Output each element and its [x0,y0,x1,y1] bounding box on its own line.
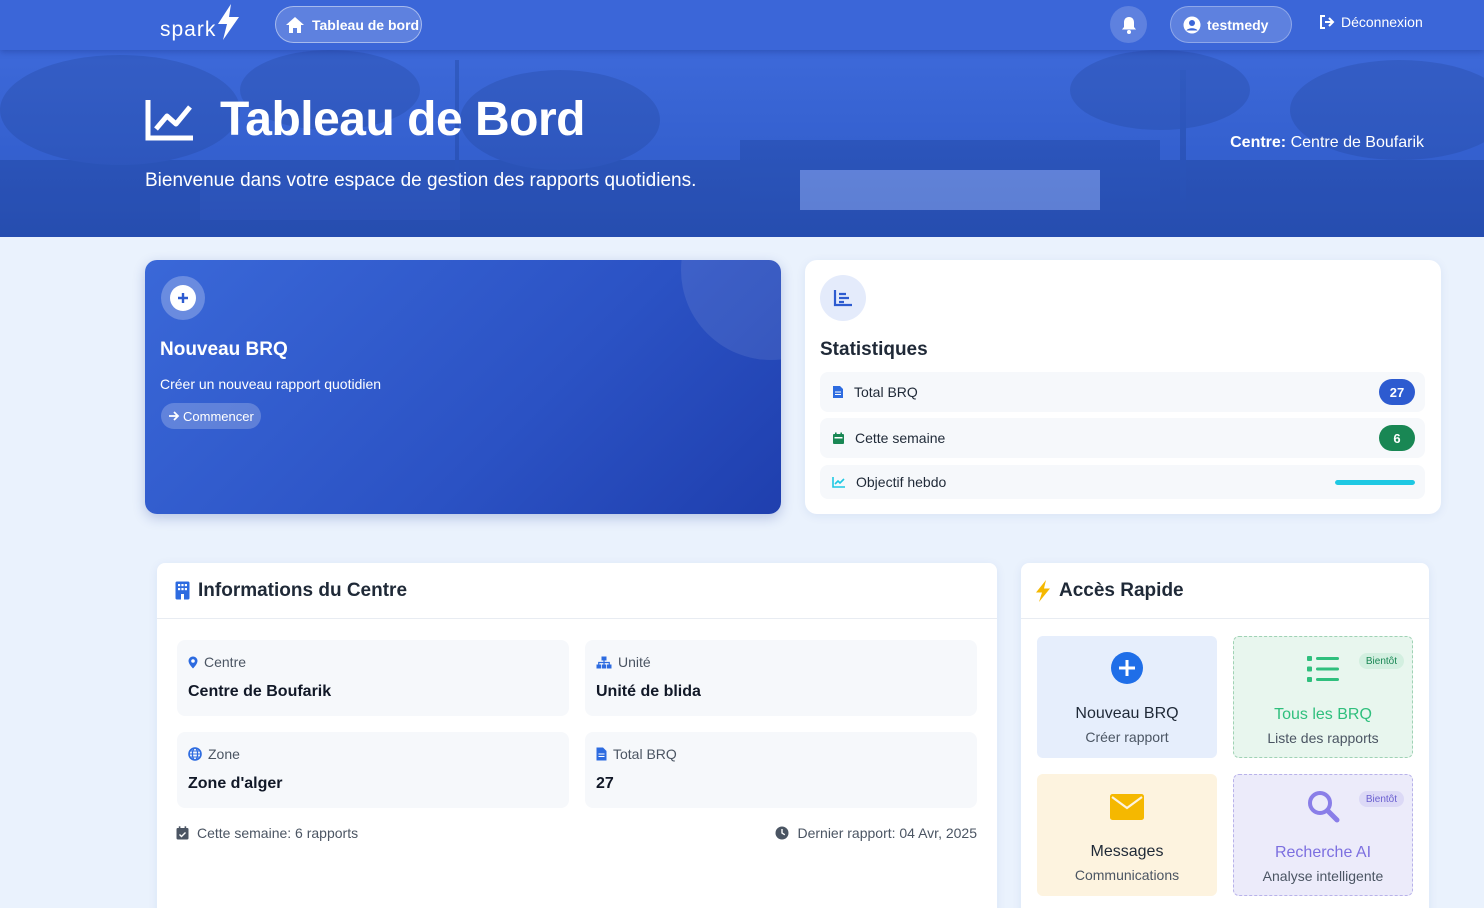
info-value: 27 [596,775,614,792]
info-field-unite: Unité Unité de blida [585,640,977,716]
new-brq-description: Créer un nouveau rapport quotidien [160,376,382,392]
user-menu[interactable]: testmedy [1170,6,1292,43]
hero-centre-info: Centre: Centre de Boufarik [1230,134,1424,152]
tile-subtitle: Liste des rapports [1267,730,1379,746]
list-icon [1307,656,1339,682]
stat-badge: 6 [1379,425,1415,451]
tile-subtitle: Analyse intelligente [1262,868,1384,884]
info-value: Zone d'alger [188,775,283,792]
logout-icon [1320,15,1335,29]
tile-title: Messages [1090,843,1164,860]
centre-info-header: Informations du Centre [157,563,997,619]
stat-label: Objectif hebdo [856,474,947,490]
centre-label: Centre: [1230,134,1287,151]
logo-text: spark [160,18,217,41]
user-circle-icon [1183,16,1201,33]
centre-info-card: Informations du Centre Centre Centre de … [157,563,997,908]
decorative-circle [681,260,781,360]
quick-tile-ai-search[interactable]: Bientôt Recherche AI Analyse intelligent… [1233,774,1413,896]
info-label: Total BRQ [613,746,677,762]
quick-tile-messages[interactable]: Messages Communications [1037,774,1217,896]
last-report-text: Dernier rapport: 04 Avr, 2025 [797,825,977,841]
tile-subtitle: Créer rapport [1085,729,1169,745]
centre-value: Centre de Boufarik [1290,134,1424,151]
envelope-icon [1110,794,1144,820]
file-icon [596,747,607,761]
quick-tile-all-brq[interactable]: Bientôt Tous les BRQ Liste des rapports [1233,636,1413,758]
plus-icon [161,276,205,320]
new-brq-title: Nouveau BRQ [160,339,288,360]
bolt-icon [218,4,239,40]
page-title: Tableau de Bord [145,92,586,147]
info-field-total: Total BRQ 27 [585,732,977,808]
last-report: Dernier rapport: 04 Avr, 2025 [775,825,977,841]
tile-title: Nouveau BRQ [1075,705,1179,722]
centre-info-title: Informations du Centre [198,579,408,601]
logout-label: Déconnexion [1341,14,1423,30]
page-subtitle: Bienvenue dans votre espace de gestion d… [145,170,697,191]
bell-icon [1121,16,1136,34]
info-label: Unité [618,654,651,670]
week-summary: Cette semaine: 6 rapports [176,825,358,841]
quick-access-header: Accès Rapide [1021,563,1429,619]
calendar-check-icon [176,826,189,840]
quick-access-title: Accès Rapide [1059,579,1184,601]
start-button-label: Commencer [183,408,254,424]
stat-row-week: Cette semaine 6 [820,418,1425,458]
chart-line-icon [145,99,193,140]
plus-circle-icon [1111,652,1143,684]
stat-row-total: Total BRQ 27 [820,372,1425,412]
tile-title: Recherche AI [1274,844,1372,861]
building-icon [175,581,190,600]
start-button[interactable]: Commencer [161,403,261,429]
quick-tile-new-brq[interactable]: Nouveau BRQ Créer rapport [1037,636,1217,758]
calendar-icon [833,432,844,444]
stat-row-goal: Objectif hebdo [820,465,1425,499]
stat-badge: 27 [1379,379,1415,405]
map-pin-icon [188,656,198,668]
spark-logo[interactable]: spark [160,4,242,44]
quick-access-card: Accès Rapide Nouveau BRQ Créer rapport B… [1021,563,1429,908]
bolt-icon [1036,579,1050,602]
info-label: Zone [208,746,240,762]
info-value: Unité de blida [596,683,701,700]
notifications-button[interactable] [1110,6,1147,43]
tile-title: Tous les BRQ [1274,706,1372,723]
info-label: Centre [204,654,247,670]
globe-icon [188,747,202,761]
week-summary-text: Cette semaine: 6 rapports [197,825,359,841]
stat-label: Total BRQ [854,384,918,400]
stats-title: Statistiques [820,339,928,360]
info-field-zone: Zone Zone d'alger [177,732,569,808]
logout-link[interactable]: Déconnexion [1319,14,1423,30]
progress-fill [1335,480,1415,485]
info-value: Centre de Boufarik [188,683,332,700]
home-icon [286,16,304,33]
new-brq-card[interactable]: Nouveau BRQ Créer un nouveau rapport quo… [145,260,781,514]
nav-home-label: Tableau de bord [312,16,420,33]
chart-line-icon [832,477,845,488]
arrow-right-icon [169,411,180,421]
file-icon [833,386,843,398]
clock-icon [775,826,789,840]
hero-banner: Tableau de Bord Bienvenue dans votre esp… [0,50,1484,237]
weekly-goal-progress [1335,480,1415,485]
stats-card: Statistiques Total BRQ 27 Cette semaine … [805,260,1441,514]
search-icon [1308,791,1340,823]
sitemap-icon [596,656,612,668]
info-field-centre: Centre Centre de Boufarik [177,640,569,716]
username: testmedy [1207,16,1269,33]
tile-subtitle: Communications [1074,867,1180,883]
chart-bar-icon [820,275,866,321]
page-title-text: Tableau de Bord [220,93,586,146]
top-navbar: spark Tableau de bord testmedy Déconnexi… [0,0,1484,50]
stat-label: Cette semaine [855,430,946,446]
nav-home-link[interactable]: Tableau de bord [275,6,422,43]
